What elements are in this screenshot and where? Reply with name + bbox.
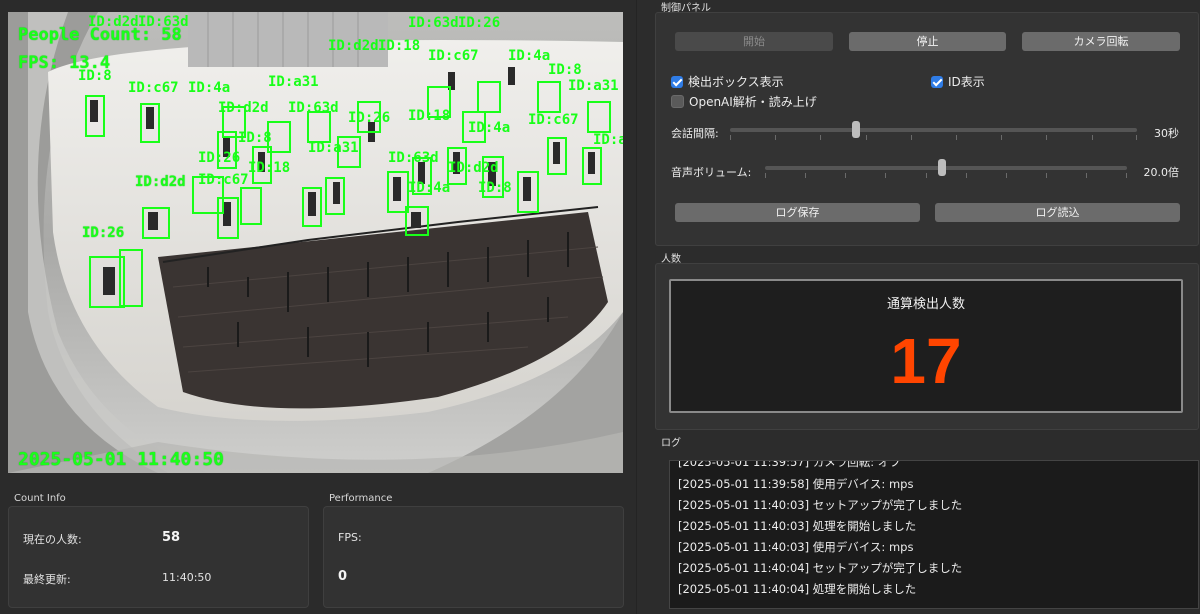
timestamp-overlay: 2025-05-01 11:40:50 (18, 449, 224, 470)
volume-slider[interactable] (765, 158, 1127, 178)
load-log-button[interactable]: ログ読込 (935, 203, 1180, 222)
slider-thumb[interactable] (852, 121, 861, 138)
openai-label: OpenAI解析・読み上げ (689, 95, 817, 109)
svg-text:ID:63d: ID:63d (288, 100, 339, 116)
stop-button[interactable]: 停止 (849, 32, 1006, 51)
show-id-checkbox[interactable]: ID表示 (931, 73, 985, 89)
start-button[interactable]: 開始 (675, 32, 833, 51)
svg-text:ID:4a: ID:4a (188, 80, 230, 96)
right-panel: 制御パネル 開始 停止 カメラ回転 検出ボックス表示 ID表示 OpenAI解析… (636, 0, 1200, 614)
svg-text:ID:a31: ID:a31 (268, 74, 319, 90)
log-line: [2025-05-01 11:40:03] 使用デバイス: mps (678, 540, 914, 554)
log-section-title: ログ (661, 438, 681, 449)
interval-label: 会話間隔: (671, 127, 719, 140)
performance-title: Performance (329, 493, 393, 504)
svg-text:ID:63d: ID:63d (408, 15, 459, 31)
openai-checkbox[interactable]: OpenAI解析・読み上げ (671, 93, 817, 109)
interval-slider[interactable] (730, 120, 1137, 140)
svg-text:ID:c67: ID:c67 (528, 112, 579, 128)
checkbox-unchecked-icon[interactable] (671, 95, 684, 108)
current-count-value: 58 (162, 530, 181, 545)
save-log-button[interactable]: ログ保存 (675, 203, 920, 222)
svg-text:ID:a31: ID:a31 (593, 132, 623, 148)
show-boxes-label: 検出ボックス表示 (688, 75, 784, 89)
performance-panel: FPS: 0 (323, 506, 624, 608)
svg-text:ID:18: ID:18 (408, 108, 450, 124)
svg-text:ID:d2d: ID:d2d (328, 38, 379, 54)
svg-text:ID:c67: ID:c67 (428, 48, 479, 64)
svg-text:ID:18: ID:18 (248, 160, 290, 176)
camera-image: ID:8ID:c67 ID:4a ID:a31 ID:d2d ID:18 ID:63… (8, 12, 623, 473)
log-line: [2025-05-01 11:40:03] 処理を開始しました (678, 519, 917, 533)
log-line: [2025-05-01 11:39:58] 使用デバイス: mps (678, 477, 914, 491)
log-line: [2025-05-01 11:40:04] 処理を開始しました (678, 582, 917, 596)
svg-text:ID:d2d: ID:d2d (448, 160, 499, 176)
fps-overlay: FPS: 13.4 (18, 53, 111, 73)
svg-text:ID:4a: ID:4a (508, 48, 550, 64)
svg-text:ID:a31: ID:a31 (568, 78, 619, 94)
count-info-title: Count Info (14, 493, 66, 504)
svg-text:ID:c67: ID:c67 (128, 80, 179, 96)
last-updated-value: 11:40:50 (162, 571, 212, 584)
svg-text:ID:26: ID:26 (458, 15, 500, 31)
log-line: [2025-05-01 11:39:57] カメラ回転: オフ (678, 460, 901, 469)
log-view[interactable]: [2025-05-01 11:39:57] カメラ回転: オフ [2025-05… (669, 460, 1199, 609)
log-line: [2025-05-01 11:40:04] セットアップが完了しました (678, 561, 963, 575)
log-line: [2025-05-01 11:40:03] セットアップが完了しました (678, 498, 963, 512)
total-count-display: 通算検出人数 17 (669, 279, 1183, 413)
checkbox-checked-icon[interactable] (931, 76, 943, 88)
total-count-value: 17 (890, 325, 962, 397)
show-boxes-checkbox[interactable]: 検出ボックス表示 (671, 73, 784, 89)
svg-text:ID:63d: ID:63d (388, 150, 439, 166)
svg-text:ID:c67: ID:c67 (198, 172, 249, 188)
svg-text:ID:4a: ID:4a (408, 180, 450, 196)
svg-text:ID:8: ID:8 (478, 180, 512, 196)
id-label: ID:26 (82, 225, 125, 241)
volume-label: 音声ボリューム: (671, 166, 752, 179)
fps-value: 0 (338, 569, 348, 584)
svg-text:ID:4a: ID:4a (468, 120, 510, 136)
total-count-label: 通算検出人数 (886, 297, 965, 312)
count-info-panel: 現在の人数: 58 最終更新: 11:40:50 (8, 506, 309, 608)
camera-rotate-button[interactable]: カメラ回転 (1022, 32, 1180, 51)
current-count-label: 現在の人数: (23, 533, 82, 546)
id-label: ID:d2d (135, 174, 186, 190)
svg-text:ID:26: ID:26 (348, 110, 390, 126)
svg-text:ID:8: ID:8 (238, 130, 272, 146)
svg-text:ID:a31: ID:a31 (308, 140, 359, 156)
fps-label: FPS: (338, 531, 362, 544)
last-updated-label: 最終更新: (23, 573, 71, 586)
svg-text:ID:18: ID:18 (378, 38, 420, 54)
svg-text:ID:8: ID:8 (548, 62, 582, 78)
checkbox-checked-icon[interactable] (671, 76, 683, 88)
show-id-label: ID表示 (948, 75, 985, 89)
people-count-overlay: People Count: 58 (18, 25, 182, 45)
slider-thumb[interactable] (938, 159, 947, 176)
svg-text:ID:d2d: ID:d2d (218, 100, 269, 116)
camera-feed: ID:8 ID:c67 ID:4a ID:a31 ID:d2d ID:18 ID:63… (8, 12, 623, 473)
svg-text:ID:26: ID:26 (198, 150, 240, 166)
volume-value: 20.0倍 (1143, 166, 1180, 179)
interval-value: 30秒 (1154, 127, 1179, 140)
